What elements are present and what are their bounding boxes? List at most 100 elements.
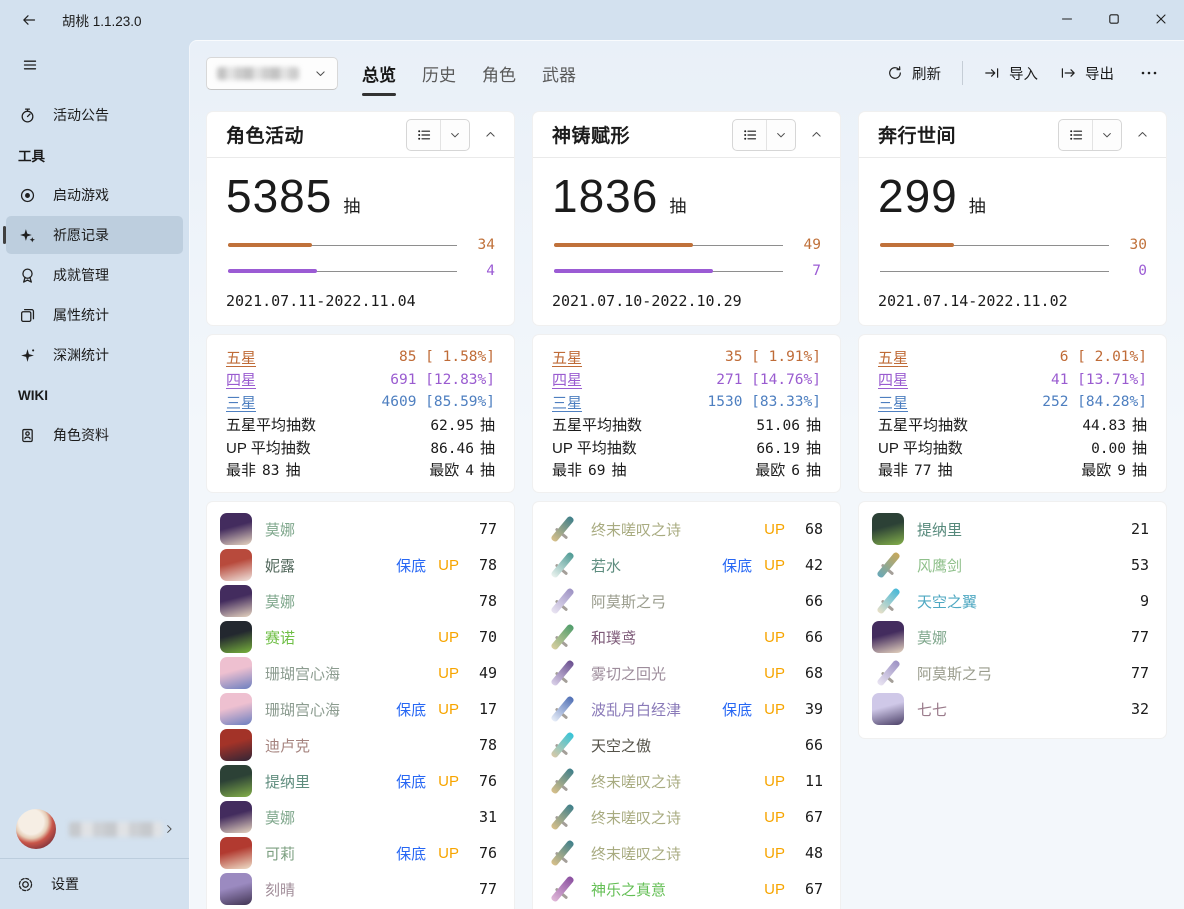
rarity-count-pct: 35 [ 1.91%]: [708, 349, 822, 365]
item-count: 9: [1123, 592, 1149, 610]
maximize-button[interactable]: [1090, 0, 1137, 38]
list-item: 阿莫斯之弓 66: [546, 583, 827, 619]
list-mode-split-button[interactable]: [1058, 119, 1122, 151]
list-item: 天空之翼 9: [872, 583, 1153, 619]
up-badge: UP: [438, 845, 459, 862]
list-item: 莫娜 77: [220, 511, 501, 547]
back-button[interactable]: [12, 5, 46, 35]
pity-badge: 保底: [396, 555, 426, 576]
rarity-stat-row: 五星 85 [ 1.58%]: [226, 346, 495, 369]
banner-uid-selector[interactable]: [206, 57, 338, 90]
list-view-icon[interactable]: [407, 120, 440, 150]
average-stat-row: UP 平均抽数66.19抽: [552, 436, 821, 459]
rarity-link[interactable]: 三星: [552, 392, 582, 413]
average-value: 86.46: [430, 441, 474, 457]
rarity-link[interactable]: 五星: [552, 347, 582, 368]
list-mode-dropdown[interactable]: [1092, 120, 1121, 150]
rarity-link[interactable]: 四星: [878, 369, 908, 390]
list-item: 终末嗟叹之诗 UP 67: [546, 799, 827, 835]
five-star-pity-bar: 30: [878, 236, 1147, 254]
rarity-link[interactable]: 三星: [226, 392, 256, 413]
list-mode-split-button[interactable]: [406, 119, 470, 151]
sidebar-item-6[interactable]: 深渊统计: [6, 336, 183, 374]
card-title: 神铸赋形: [552, 121, 732, 148]
card-title: 角色活动: [226, 121, 406, 148]
item-count: 49: [471, 664, 497, 682]
item-count: 66: [797, 736, 823, 754]
item-icon: [220, 837, 252, 869]
tab-2[interactable]: 角色: [472, 54, 526, 93]
list-item: 若水 保底 UP 42: [546, 547, 827, 583]
item-name: 珊瑚宫心海: [265, 699, 396, 720]
item-count: 70: [471, 628, 497, 646]
more-options-button[interactable]: [1131, 57, 1167, 89]
announcement-icon: [18, 107, 36, 124]
rarity-count-pct: 4609 [85.59%]: [382, 394, 496, 410]
five-star-list-block: 莫娜 77 妮露 保底 UP 78 莫娜 78 赛诺 UP 70 珊瑚宫心海 U…: [206, 501, 515, 909]
sidebar-item-8[interactable]: 角色资料: [6, 416, 183, 454]
rarity-link[interactable]: 四星: [226, 369, 256, 390]
item-name: 提纳里: [917, 519, 1123, 540]
tab-3[interactable]: 武器: [532, 54, 586, 93]
sidebar-item-settings[interactable]: 设置: [0, 859, 189, 909]
card-header: 奔行世间: [859, 112, 1166, 158]
app-title: 胡桃 1.1.23.0: [62, 10, 142, 30]
rarity-stat-row: 四星 691 [12.83%]: [226, 369, 495, 392]
collapse-card-button[interactable]: [1127, 120, 1157, 150]
banner-cards: 角色活动 5385 抽 344 2021.07.11-2022.11.04 五星…: [206, 111, 1167, 909]
average-value: 44.83: [1082, 418, 1126, 434]
best-pity: 最欧6抽: [755, 459, 821, 480]
list-item: 赛诺 UP 70: [220, 619, 501, 655]
item-count: 78: [471, 736, 497, 754]
pull-summary: 299 抽 300 2021.07.14-2022.11.02: [859, 158, 1166, 325]
list-mode-dropdown[interactable]: [766, 120, 795, 150]
sidebar-item-3[interactable]: 祈愿记录: [6, 216, 183, 254]
back-arrow-icon: [21, 12, 37, 28]
item-icon: [546, 513, 578, 545]
item-icon: [220, 657, 252, 689]
refresh-button[interactable]: 刷新: [876, 56, 952, 91]
list-view-icon[interactable]: [733, 120, 766, 150]
item-icon: [220, 693, 252, 725]
pulls-unit: 抽: [343, 192, 360, 217]
rarity-link[interactable]: 五星: [226, 347, 256, 368]
import-button[interactable]: 导入: [973, 56, 1049, 91]
close-button[interactable]: [1137, 0, 1184, 38]
banner-card-standard: 奔行世间 299 抽 300 2021.07.14-2022.11.02 五星 …: [858, 111, 1167, 739]
item-name: 终末嗟叹之诗: [591, 771, 764, 792]
sidebar-item-5[interactable]: 属性统计: [6, 296, 183, 334]
rarity-link[interactable]: 四星: [552, 369, 582, 390]
sidebar-item-2[interactable]: 启动游戏: [6, 176, 183, 214]
tab-0[interactable]: 总览: [352, 54, 406, 93]
rarity-link[interactable]: 五星: [878, 347, 908, 368]
sidebar-item-label: 角色资料: [53, 425, 109, 445]
average-stat-row: UP 平均抽数86.46抽: [226, 436, 495, 459]
item-name: 阿莫斯之弓: [591, 591, 797, 612]
nav-toggle-button[interactable]: [10, 48, 50, 82]
up-badge: UP: [764, 809, 785, 826]
rarity-count-pct: 41 [13.71%]: [1042, 372, 1147, 388]
item-icon: [220, 765, 252, 797]
collapse-card-button[interactable]: [475, 120, 505, 150]
minimize-button[interactable]: [1043, 0, 1090, 38]
sidebar-item-0[interactable]: 活动公告: [6, 96, 183, 134]
list-view-icon[interactable]: [1059, 120, 1092, 150]
export-button[interactable]: 导出: [1049, 56, 1125, 91]
collapse-card-button[interactable]: [801, 120, 831, 150]
list-mode-split-button[interactable]: [732, 119, 796, 151]
up-badge: UP: [438, 665, 459, 682]
item-name: 妮露: [265, 555, 396, 576]
average-value: 62.95: [430, 418, 474, 434]
refresh-icon: [887, 65, 903, 81]
rarity-link[interactable]: 三星: [878, 392, 908, 413]
tab-1[interactable]: 历史: [412, 54, 466, 93]
sidebar-item-4[interactable]: 成就管理: [6, 256, 183, 294]
item-icon: [872, 513, 904, 545]
list-mode-dropdown[interactable]: [440, 120, 469, 150]
rarity-count-pct: 252 [84.28%]: [1042, 394, 1147, 410]
view-tabs: 总览历史角色武器: [352, 54, 586, 93]
list-item: 莫娜 77: [872, 619, 1153, 655]
sidebar-item-label: 启动游戏: [53, 185, 109, 205]
average-unit: 抽: [480, 414, 495, 435]
user-account-row[interactable]: [0, 800, 189, 858]
